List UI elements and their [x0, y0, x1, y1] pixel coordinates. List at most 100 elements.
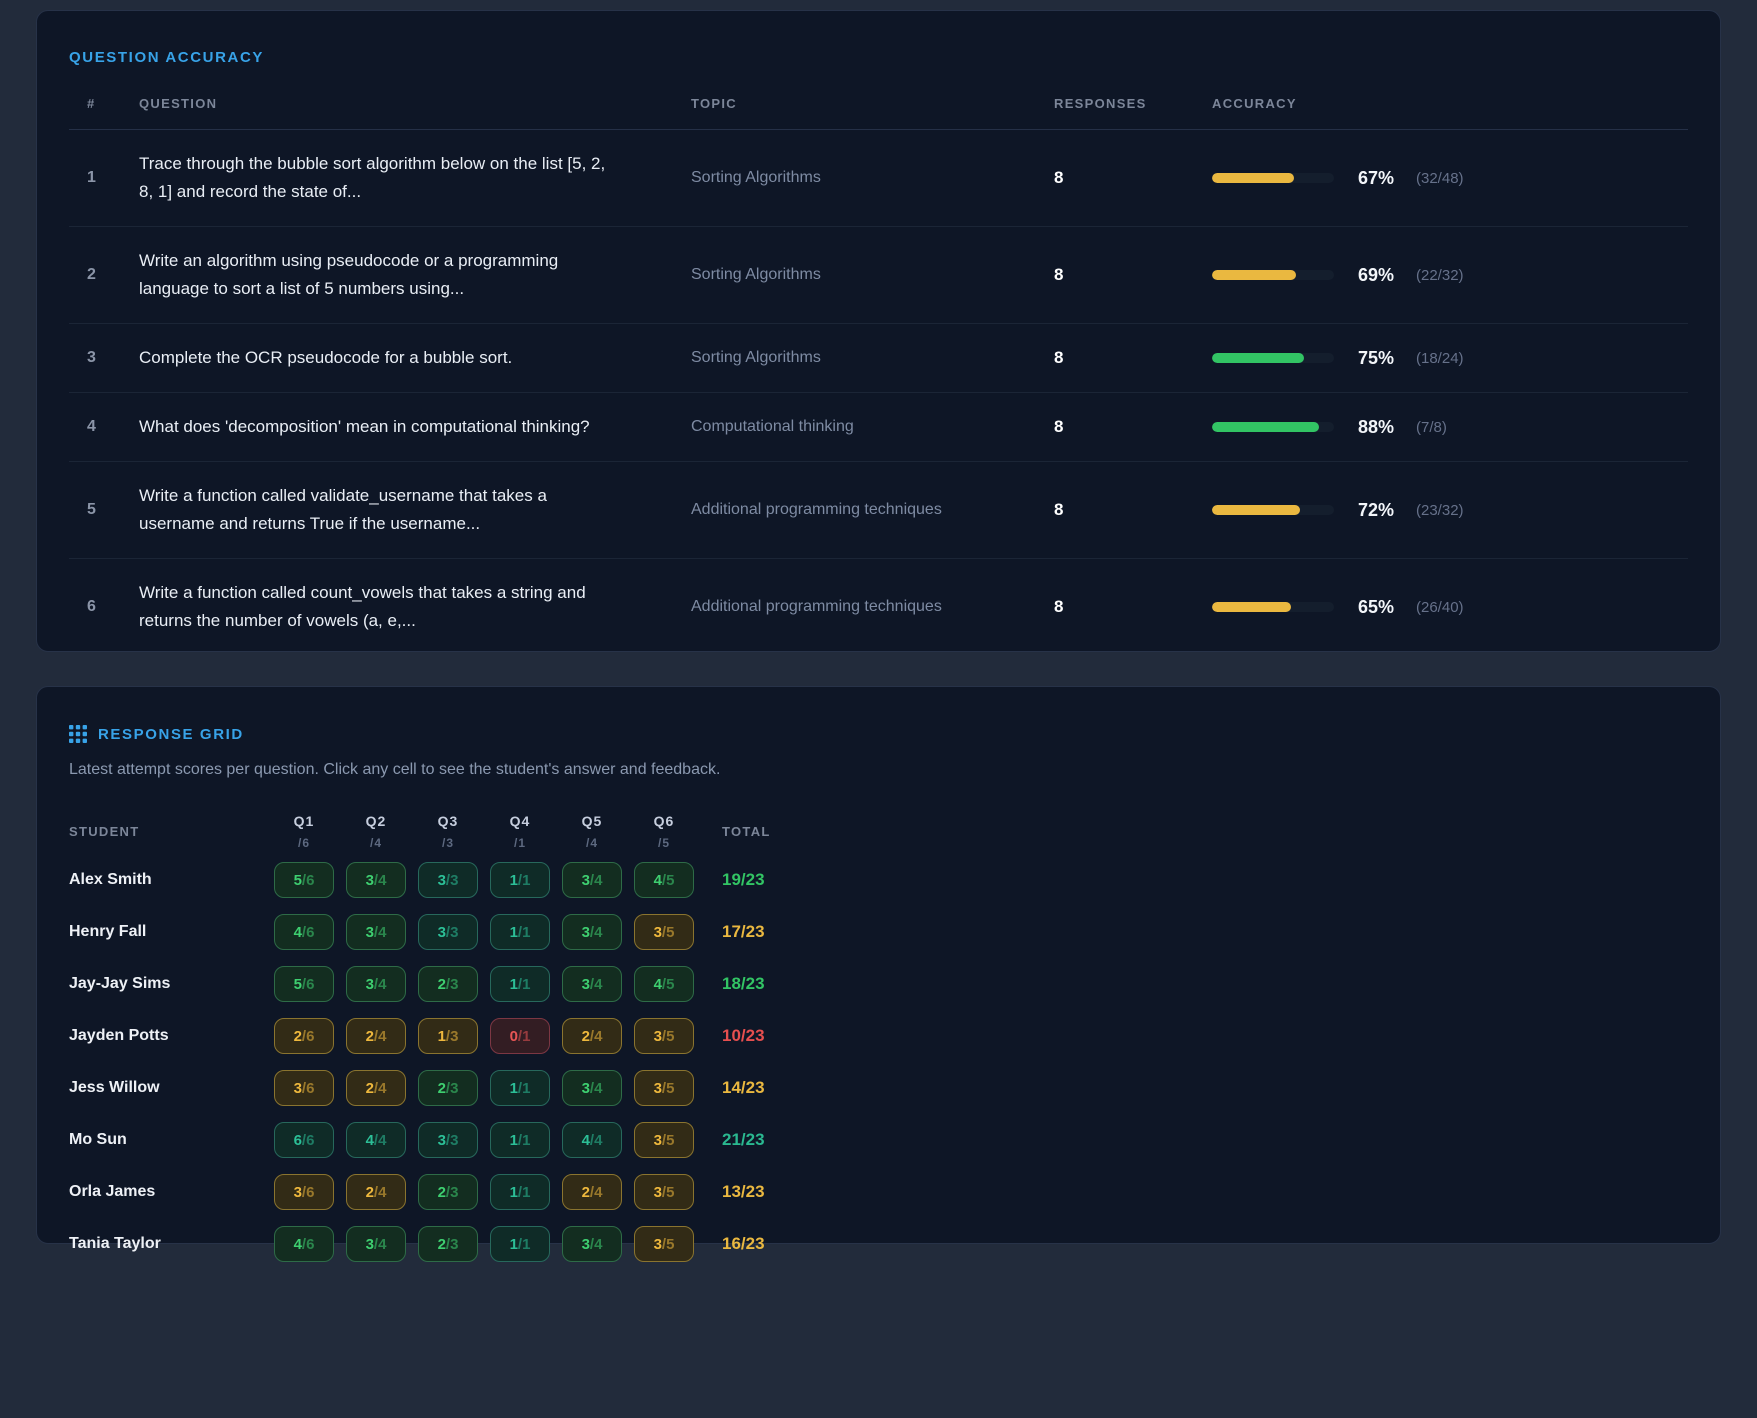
- score-value: 6: [294, 1132, 302, 1149]
- score-cell[interactable]: 2/6: [274, 1018, 334, 1054]
- score-cell[interactable]: 2/4: [346, 1070, 406, 1106]
- score-cell[interactable]: 2/3: [418, 1174, 478, 1210]
- score-max: /6: [302, 1236, 315, 1253]
- score-cell[interactable]: 4/6: [274, 1226, 334, 1262]
- score-cell[interactable]: 3/5: [634, 1174, 694, 1210]
- question-column-max: /6: [274, 836, 334, 850]
- question-text: Trace through the bubble sort algorithm …: [139, 150, 691, 206]
- score-cell[interactable]: 4/6: [274, 914, 334, 950]
- response-grid-subtitle: Latest attempt scores per question. Clic…: [69, 761, 1688, 779]
- score-max: /1: [518, 1184, 531, 1201]
- student-row: Alex Smith 5/6 3/4 3/3 1/1 3/4 4/5 19/23: [69, 858, 1688, 902]
- score-max: /4: [590, 1236, 603, 1253]
- score-cell[interactable]: 3/4: [346, 914, 406, 950]
- score-cell[interactable]: 1/1: [490, 1070, 550, 1106]
- score-cell[interactable]: 5/6: [274, 966, 334, 1002]
- score-max: /6: [302, 1184, 315, 1201]
- score-value: 3: [654, 1184, 662, 1201]
- score-cell[interactable]: 3/6: [274, 1070, 334, 1106]
- score-max: /4: [590, 872, 603, 889]
- score-cell[interactable]: 6/6: [274, 1122, 334, 1158]
- question-column-max: /4: [562, 836, 622, 850]
- score-max: /4: [590, 1184, 603, 1201]
- score-cell[interactable]: 1/1: [490, 914, 550, 950]
- score-cell[interactable]: 0/1: [490, 1018, 550, 1054]
- score-cell[interactable]: 3/5: [634, 1122, 694, 1158]
- score-cell[interactable]: 1/1: [490, 966, 550, 1002]
- score-cell[interactable]: 1/1: [490, 1226, 550, 1262]
- student-name: Mo Sun: [69, 1131, 262, 1149]
- accuracy-bar-fill: [1212, 422, 1319, 432]
- score-cell[interactable]: 2/3: [418, 966, 478, 1002]
- accuracy-table-row: 5 Write a function called validate_usern…: [69, 462, 1688, 559]
- question-responses: 8: [1054, 348, 1212, 368]
- score-max: /3: [446, 872, 459, 889]
- score-max: /1: [518, 1080, 531, 1097]
- accuracy-bar-track: [1212, 602, 1334, 612]
- score-cell[interactable]: 3/3: [418, 914, 478, 950]
- question-column-max: /4: [346, 836, 406, 850]
- question-text: Write a function called count_vowels tha…: [139, 579, 691, 635]
- question-column-header: Q1 /6: [274, 813, 334, 850]
- score-cell[interactable]: 2/4: [346, 1174, 406, 1210]
- score-cell[interactable]: 2/4: [346, 1018, 406, 1054]
- score-cell[interactable]: 2/3: [418, 1226, 478, 1262]
- score-cell[interactable]: 3/5: [634, 1226, 694, 1262]
- score-cell[interactable]: 3/4: [562, 966, 622, 1002]
- column-header-student: STUDENT: [69, 824, 262, 839]
- student-total: 17/23: [706, 922, 816, 942]
- score-cell[interactable]: 3/4: [562, 914, 622, 950]
- score-cell[interactable]: 3/5: [634, 1018, 694, 1054]
- score-value: 3: [366, 924, 374, 941]
- response-grid-title: RESPONSE GRID: [98, 726, 244, 743]
- score-cell[interactable]: 1/1: [490, 1174, 550, 1210]
- score-cell[interactable]: 4/5: [634, 862, 694, 898]
- score-cell[interactable]: 3/4: [346, 966, 406, 1002]
- student-row: Henry Fall 4/6 3/4 3/3 1/1 3/4 3/5 17/23: [69, 910, 1688, 954]
- score-value: 3: [294, 1080, 302, 1097]
- score-cell[interactable]: 3/6: [274, 1174, 334, 1210]
- score-max: /5: [662, 1236, 675, 1253]
- score-max: /6: [302, 976, 315, 993]
- question-responses: 8: [1054, 500, 1212, 520]
- score-max: /5: [662, 1028, 675, 1045]
- score-cell[interactable]: 3/5: [634, 1070, 694, 1106]
- score-max: /4: [374, 1028, 387, 1045]
- score-cell[interactable]: 3/4: [346, 862, 406, 898]
- score-value: 3: [582, 976, 590, 993]
- score-max: /1: [518, 976, 531, 993]
- score-cell[interactable]: 2/4: [562, 1174, 622, 1210]
- score-cell[interactable]: 1/3: [418, 1018, 478, 1054]
- score-cell[interactable]: 5/6: [274, 862, 334, 898]
- column-header-responses: RESPONSES: [1054, 96, 1212, 111]
- score-value: 1: [438, 1028, 446, 1045]
- score-max: /1: [518, 872, 531, 889]
- score-cell[interactable]: 1/1: [490, 862, 550, 898]
- score-max: /5: [662, 1184, 675, 1201]
- score-max: /1: [518, 1132, 531, 1149]
- score-max: /4: [374, 1132, 387, 1149]
- score-value: 3: [654, 1236, 662, 1253]
- score-cell[interactable]: 3/4: [562, 1070, 622, 1106]
- score-cell[interactable]: 3/4: [346, 1226, 406, 1262]
- score-cell[interactable]: 4/5: [634, 966, 694, 1002]
- score-cell[interactable]: 3/5: [634, 914, 694, 950]
- score-cell[interactable]: 4/4: [346, 1122, 406, 1158]
- score-cell[interactable]: 1/1: [490, 1122, 550, 1158]
- score-cell[interactable]: 3/3: [418, 1122, 478, 1158]
- score-max: /3: [446, 1080, 459, 1097]
- score-cell[interactable]: 2/3: [418, 1070, 478, 1106]
- accuracy-table-row: 4 What does 'decomposition' mean in comp…: [69, 393, 1688, 462]
- score-cell[interactable]: 3/4: [562, 1226, 622, 1262]
- score-max: /3: [446, 1184, 459, 1201]
- score-cell[interactable]: 3/4: [562, 862, 622, 898]
- accuracy-table-row: 1 Trace through the bubble sort algorith…: [69, 130, 1688, 227]
- score-max: /6: [302, 872, 315, 889]
- question-topic: Sorting Algorithms: [691, 266, 1054, 284]
- accuracy-fraction: (23/32): [1416, 502, 1464, 519]
- score-cell[interactable]: 4/4: [562, 1122, 622, 1158]
- score-value: 1: [510, 1184, 518, 1201]
- score-value: 2: [438, 1080, 446, 1097]
- score-cell[interactable]: 2/4: [562, 1018, 622, 1054]
- score-cell[interactable]: 3/3: [418, 862, 478, 898]
